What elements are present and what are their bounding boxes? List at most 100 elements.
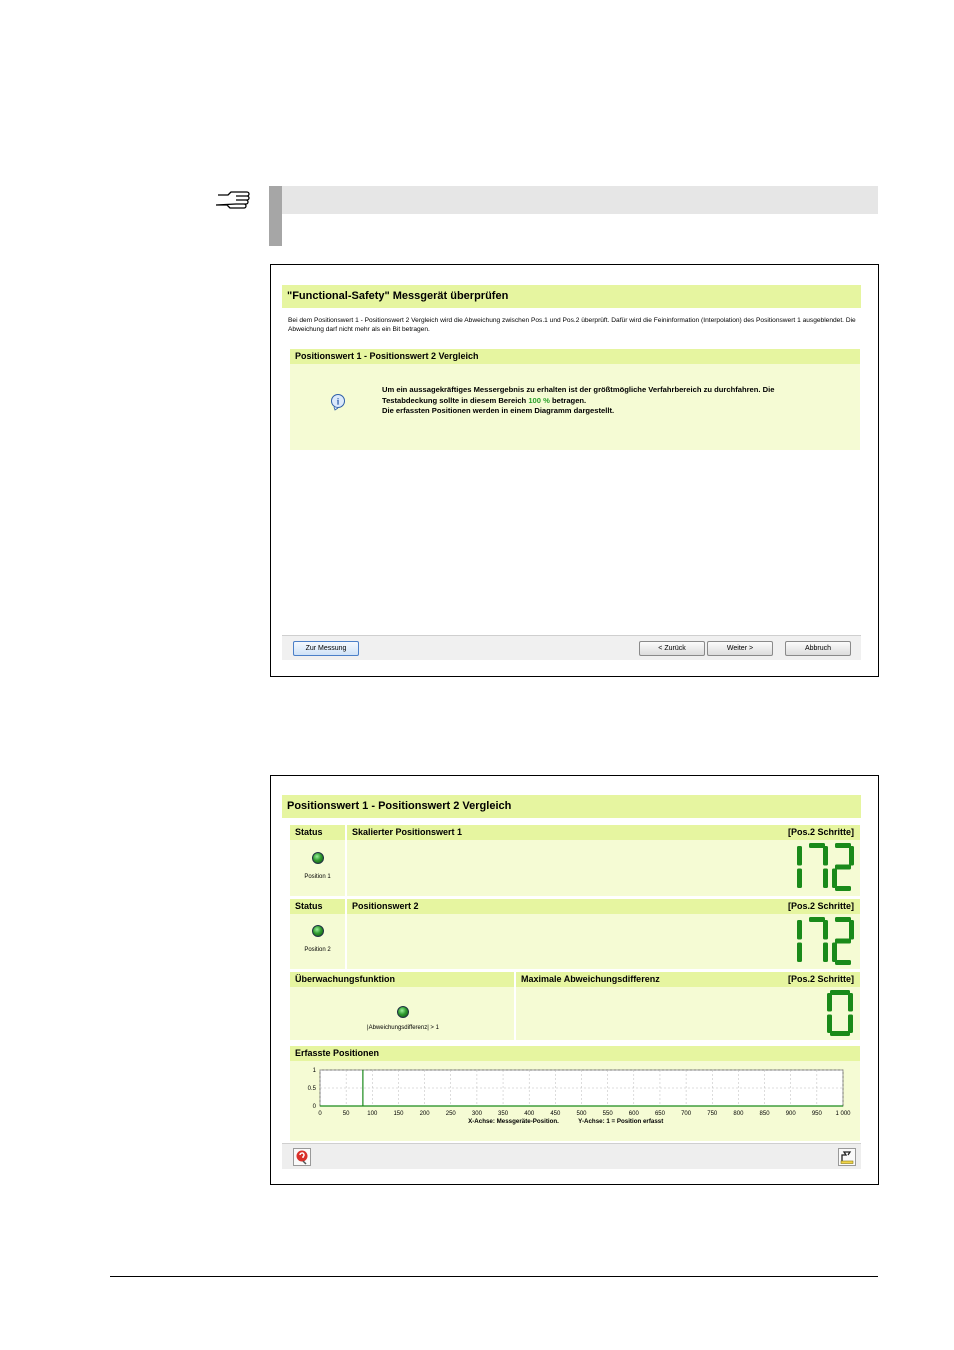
x-tick-label: 550 bbox=[603, 1111, 614, 1117]
value-header-2: Positionswert 2 [Pos.2 Schritte] bbox=[347, 899, 860, 914]
info-line-2b: betragen. bbox=[551, 395, 587, 405]
export-arrow-icon bbox=[840, 1151, 854, 1164]
chart-panel: 0 50 100 150 200 250 300 350 400 450 500 550 600 650 7… bbox=[290, 1061, 860, 1141]
digit-segment bbox=[823, 846, 828, 866]
position-value-2-display bbox=[797, 917, 854, 965]
y-tick-label: 0.5 bbox=[308, 1086, 317, 1092]
x-tick-label: 850 bbox=[760, 1111, 771, 1117]
x-tick-label: 200 bbox=[420, 1111, 431, 1117]
status-led-2-label: Position 2 bbox=[304, 947, 331, 953]
x-tick-label: 750 bbox=[707, 1111, 718, 1117]
position-value-1-display bbox=[797, 843, 854, 891]
info-icon: i bbox=[331, 394, 345, 411]
help-icon bbox=[296, 1150, 308, 1165]
value-header-2-label: Positionswert 2 bbox=[352, 901, 419, 911]
unit-label-1: [Pos.2 Schritte] bbox=[787, 827, 854, 837]
digit-segment bbox=[830, 1031, 850, 1036]
dialog-description: Bei dem Positionswert 1 - Positionswert … bbox=[288, 317, 856, 333]
pointing-hand-icon bbox=[216, 191, 250, 209]
measurement-window: Positionswert 1 - Positionswert 2 Vergle… bbox=[282, 795, 861, 1169]
coverage-percent: 100 % bbox=[528, 395, 550, 405]
positions-chart: 0 50 100 150 200 250 300 350 400 450 500 550 600 650 7… bbox=[308, 1068, 852, 1125]
next-button[interactable]: Weiter > bbox=[707, 641, 773, 656]
screenshot-frame-2: Positionswert 1 - Positionswert 2 Vergle… bbox=[270, 775, 879, 1185]
deviation-header-label: Maximale Abweichungsdifferenz bbox=[521, 974, 660, 984]
tool-bar bbox=[282, 1143, 861, 1169]
status-panel-1: Position 1 bbox=[290, 840, 345, 896]
digit-segment bbox=[823, 920, 828, 940]
digit-segment bbox=[849, 920, 854, 940]
status-header-1: Status bbox=[290, 825, 345, 840]
digit-segment bbox=[832, 942, 837, 962]
x-tick-label: 400 bbox=[524, 1111, 535, 1117]
value-panel-2 bbox=[347, 914, 860, 969]
digit-segment bbox=[848, 993, 853, 1012]
deviation-header: Maximale Abweichungsdifferenz [Pos.2 Sch… bbox=[516, 972, 860, 987]
x-tick-label: 100 bbox=[367, 1111, 378, 1117]
monitor-header: Überwachungsfunktion bbox=[290, 972, 514, 987]
digit-segment bbox=[835, 938, 851, 944]
monitor-led-label: |Abweichungsdifferenz| > 1 bbox=[367, 1025, 439, 1031]
digit-segment bbox=[823, 942, 828, 962]
back-button[interactable]: < Zurück bbox=[639, 641, 705, 656]
page-footer-rule bbox=[110, 1276, 878, 1277]
monitor-led bbox=[397, 1006, 409, 1018]
y-tick-label: 0 bbox=[313, 1104, 317, 1110]
measure-button[interactable]: Zur Messung bbox=[293, 641, 359, 656]
unit-label-2: [Pos.2 Schritte] bbox=[787, 901, 854, 911]
status-panel-2: Position 2 bbox=[290, 914, 345, 969]
status-led-1-label: Position 1 bbox=[304, 874, 331, 880]
digit-segment bbox=[809, 917, 825, 922]
x-tick-label: 450 bbox=[550, 1111, 561, 1117]
x-tick-label: 150 bbox=[393, 1111, 404, 1117]
x-tick-label: 900 bbox=[786, 1111, 797, 1117]
monitor-panel: |Abweichungsdifferenz| > 1 bbox=[290, 987, 514, 1040]
x-tick-label: 700 bbox=[681, 1111, 692, 1117]
digit-segment bbox=[830, 990, 850, 995]
export-button[interactable] bbox=[838, 1148, 856, 1166]
digit-segment bbox=[835, 864, 851, 870]
digit-segment bbox=[835, 843, 851, 848]
digit-segment bbox=[797, 920, 802, 940]
digit-segment bbox=[827, 993, 832, 1012]
x-tick-label: 500 bbox=[576, 1111, 587, 1117]
x-tick-label: 600 bbox=[629, 1111, 640, 1117]
screenshot-frame-1: "Functional-Safety" Messgerät überprüfen… bbox=[270, 264, 879, 677]
unit-label-3: [Pos.2 Schritte] bbox=[787, 974, 854, 984]
x-tick-label: 0 bbox=[318, 1111, 322, 1117]
digit-segment bbox=[827, 1014, 832, 1033]
digit-segment bbox=[797, 846, 802, 866]
digit-segment bbox=[809, 843, 825, 848]
x-tick-label: 350 bbox=[498, 1111, 509, 1117]
value-header-1: Skalierter Positionswert 1 [Pos.2 Schrit… bbox=[347, 825, 860, 840]
cancel-button[interactable]: Abbruch bbox=[785, 641, 851, 656]
help-button[interactable] bbox=[293, 1148, 311, 1166]
x-tick-label: 50 bbox=[343, 1111, 350, 1117]
digit-segment bbox=[823, 868, 828, 888]
digit-segment bbox=[835, 960, 851, 965]
digit-segment bbox=[797, 868, 802, 888]
x-tick-label: 250 bbox=[446, 1111, 457, 1117]
x-tick-label: 300 bbox=[472, 1111, 483, 1117]
button-bar: Zur Messung < Zurück Weiter > Abbruch bbox=[282, 635, 861, 660]
x-tick-label: 950 bbox=[812, 1111, 823, 1117]
section-title: Positionswert 1 - Positionswert 2 Vergle… bbox=[290, 349, 860, 364]
digit-segment bbox=[835, 917, 851, 922]
chart-header: Erfasste Positionen bbox=[290, 1046, 860, 1061]
x-axis-caption: X-Achse: Messgeräte-Position. bbox=[468, 1118, 559, 1125]
note-band bbox=[282, 186, 878, 214]
x-tick-label: 650 bbox=[655, 1111, 666, 1117]
x-tick-label: 1 000 bbox=[835, 1111, 851, 1117]
digit-segment bbox=[832, 868, 837, 888]
status-led-2 bbox=[312, 925, 324, 937]
deviation-panel bbox=[516, 987, 860, 1040]
deviation-value-display bbox=[827, 990, 853, 1036]
info-line-1: Um ein aussagekräftiges Messergebnis zu … bbox=[382, 385, 775, 394]
digit-segment bbox=[848, 1014, 853, 1033]
info-line-3: Die erfassten Positionen werden in einem… bbox=[382, 406, 615, 415]
info-panel: i Um ein aussagekräftiges Messergebnis z… bbox=[290, 364, 860, 450]
note-bar bbox=[269, 186, 282, 246]
status-header-2: Status bbox=[290, 899, 345, 914]
digit-segment bbox=[849, 846, 854, 866]
measurement-title: Positionswert 1 - Positionswert 2 Vergle… bbox=[282, 795, 861, 818]
